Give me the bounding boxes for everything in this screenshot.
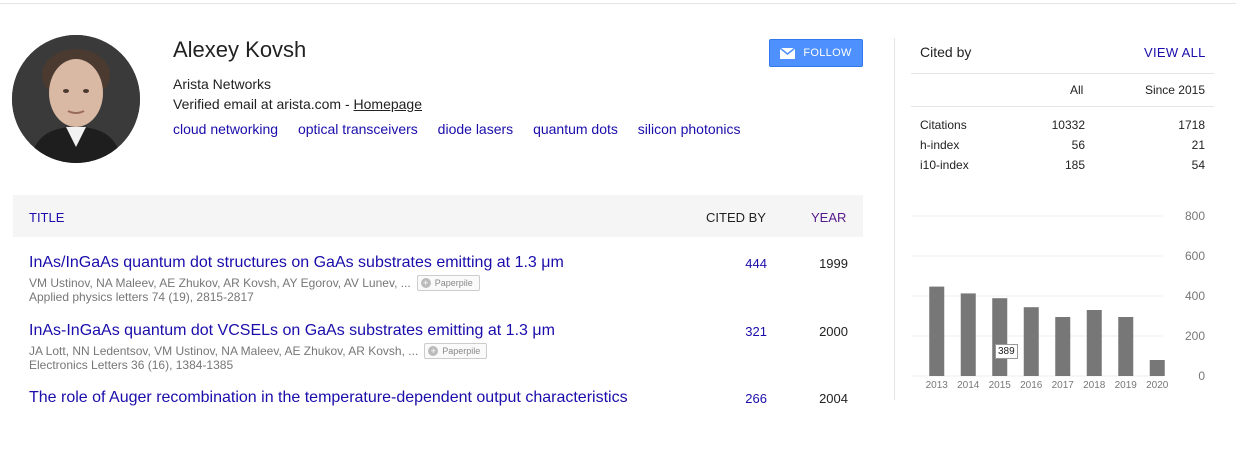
stats-row: i10-index 185 54 (920, 158, 1205, 174)
profile-photo (12, 35, 140, 163)
article-title-link[interactable]: InAs/InGaAs quantum dot structures on Ga… (29, 254, 564, 272)
plus-icon: + (428, 346, 439, 356)
articles-table-header: TITLE CITED BY YEAR (13, 195, 863, 237)
stats-label: i10-index (920, 158, 969, 172)
x-tick-label: 2019 (1115, 380, 1138, 391)
divider (911, 106, 1214, 107)
stats-all-value: 56 (1071, 138, 1085, 152)
chart-bar[interactable] (1086, 310, 1102, 376)
since-column-header: Since 2015 (1144, 83, 1205, 97)
y-tick-label: 200 (1185, 329, 1205, 343)
cited-by-count-link[interactable]: 321 (703, 324, 767, 339)
interest-link[interactable]: optical transceivers (298, 121, 418, 137)
research-interests: cloud networking optical transceivers di… (173, 121, 757, 137)
follow-label: FOLLOW (803, 47, 852, 59)
year-column-header[interactable]: YEAR (811, 210, 846, 225)
x-tick-label: 2017 (1052, 380, 1075, 391)
follow-button[interactable]: FOLLOW (769, 39, 863, 67)
stats-label: h-index (920, 138, 960, 152)
cited-by-column-header[interactable]: CITED BY (706, 210, 766, 225)
article-year: 1999 (819, 256, 848, 271)
article-authors: VM Ustinov, NA Maleev, AE Zhukov, AR Kov… (29, 275, 480, 291)
stats-row: h-index 56 21 (920, 138, 1205, 154)
authors-text: VM Ustinov, NA Maleev, AE Zhukov, AR Kov… (29, 276, 411, 290)
interest-link[interactable]: cloud networking (173, 121, 278, 137)
article-venue: Electronics Letters 36 (16), 1384-1385 (29, 358, 234, 372)
top-border (0, 0, 1236, 4)
y-tick-label: 800 (1185, 209, 1205, 223)
y-tick-label: 600 (1185, 249, 1205, 263)
title-column-header[interactable]: TITLE (29, 210, 64, 225)
stats-all-value: 10332 (1051, 118, 1085, 132)
paperpile-button[interactable]: + Paperpile (416, 275, 480, 291)
table-row: The role of Auger recombination in the t… (13, 389, 863, 457)
article-venue: Applied physics letters 74 (19), 2815-28… (29, 290, 254, 304)
x-tick-label: 2020 (1146, 380, 1169, 391)
cited-by-count-link[interactable]: 444 (703, 256, 767, 271)
table-row: InAs/InGaAs quantum dot structures on Ga… (13, 254, 863, 322)
stats-all-value: 185 (1064, 158, 1085, 172)
profile-affiliation: Arista Networks (173, 76, 272, 92)
chart-bar[interactable] (1149, 360, 1165, 376)
article-year: 2004 (819, 391, 848, 406)
interest-link[interactable]: diode lasers (438, 121, 514, 137)
x-tick-label: 2013 (926, 380, 949, 391)
chart-bar[interactable] (992, 298, 1008, 376)
chart-bar[interactable] (1023, 307, 1039, 376)
plus-icon: + (420, 278, 431, 288)
divider (911, 73, 1214, 74)
stats-row: Citations 10332 1718 (920, 118, 1205, 134)
x-tick-label: 2016 (1020, 380, 1043, 391)
y-tick-label: 0 (1198, 369, 1205, 383)
all-column-header: All (1070, 83, 1084, 97)
paperpile-button[interactable]: + Paperpile (424, 343, 488, 359)
stats-label: Citations (920, 118, 967, 132)
x-tick-label: 2018 (1083, 380, 1106, 391)
stats-since-value: 54 (1191, 158, 1205, 172)
paperpile-label: Paperpile (434, 278, 473, 288)
profile-email: Verified email at arista.com - Homepage (173, 96, 422, 112)
chart-bar[interactable] (1118, 317, 1134, 376)
stats-since-value: 21 (1191, 138, 1205, 152)
view-all-link[interactable]: VIEW ALL (1144, 45, 1206, 60)
envelope-icon (780, 47, 796, 59)
stats-since-value: 1718 (1178, 118, 1205, 132)
paperpile-label: Paperpile (442, 346, 481, 356)
chart-bar[interactable] (960, 293, 976, 376)
sidebar-divider (894, 38, 895, 400)
authors-text: JA Lott, NN Ledentsov, VM Ustinov, NA Ma… (29, 344, 419, 358)
article-year: 2000 (819, 324, 848, 339)
cited-by-count-link[interactable]: 266 (703, 391, 767, 406)
bar-tooltip: 389 (995, 344, 1018, 359)
citations-bar-chart: 0 200 400 600 800 2013 2014 2015 2016 2017 2018 201… (911, 209, 1205, 391)
article-title-link[interactable]: InAs-InGaAs quantum dot VCSELs on GaAs s… (29, 322, 555, 340)
x-tick-label: 2015 (989, 380, 1012, 391)
x-tick-label: 2014 (957, 380, 980, 391)
profile-name: Alexey Kovsh (173, 37, 307, 62)
interest-link[interactable]: quantum dots (533, 121, 618, 137)
y-tick-label: 400 (1185, 289, 1205, 303)
chart-bar[interactable] (929, 286, 945, 376)
table-row: InAs-InGaAs quantum dot VCSELs on GaAs s… (13, 322, 863, 390)
article-authors: JA Lott, NN Ledentsov, VM Ustinov, NA Ma… (29, 343, 488, 359)
interest-link[interactable]: silicon photonics (638, 121, 741, 137)
homepage-link[interactable]: Homepage (354, 96, 423, 112)
article-title-link[interactable]: The role of Auger recombination in the t… (29, 389, 628, 407)
email-text: Verified email at arista.com - (173, 96, 354, 112)
cited-by-heading: Cited by (920, 44, 972, 60)
chart-bar[interactable] (1055, 317, 1071, 376)
